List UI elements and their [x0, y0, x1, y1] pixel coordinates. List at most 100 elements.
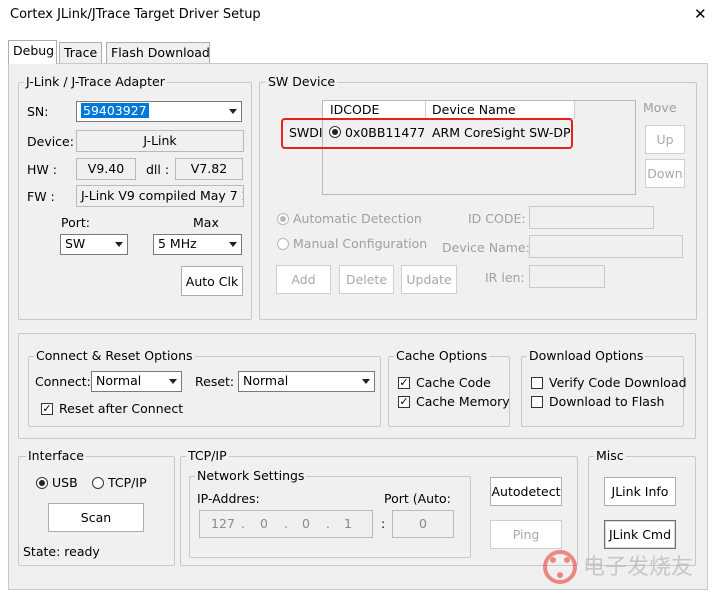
- sn-value: 59403927: [81, 103, 149, 118]
- jlink-info-button[interactable]: JLink Info: [604, 477, 676, 506]
- column-divider: [574, 101, 575, 119]
- dll-value: V7.82: [190, 161, 228, 176]
- port-value: SW: [65, 236, 86, 251]
- tab-debug[interactable]: Debug: [8, 40, 57, 64]
- connect-label: Connect:: [35, 374, 91, 389]
- ip-octet-3: 0: [302, 516, 310, 531]
- watermark-text: 电子发烧友: [583, 555, 694, 580]
- cache-options-title: Cache Options: [394, 348, 490, 363]
- connect-value: Normal: [96, 373, 142, 388]
- sw-device-group-title: SW Device: [266, 74, 338, 89]
- adapter-group-title: J-Link / J-Trace Adapter: [24, 74, 167, 89]
- update-button[interactable]: Update: [401, 265, 457, 294]
- add-button[interactable]: Add: [276, 265, 331, 294]
- interface-title: Interface: [26, 448, 86, 463]
- dll-label: dll :: [146, 162, 170, 177]
- ip-dot: .: [241, 516, 245, 531]
- ip-dot: .: [326, 516, 330, 531]
- chevron-down-icon[interactable]: [225, 235, 241, 254]
- reset-combo[interactable]: Normal: [238, 371, 375, 392]
- max-combo[interactable]: 5 MHz: [153, 234, 242, 255]
- cache-code-checkbox[interactable]: ✓: [398, 377, 410, 389]
- chevron-down-icon[interactable]: [165, 372, 181, 391]
- ip-address-label: IP-Addres:: [197, 491, 260, 506]
- close-icon[interactable]: ✕: [694, 6, 707, 22]
- device-name-field[interactable]: [529, 235, 683, 258]
- reset-after-connect-checkbox[interactable]: ✓: [41, 403, 53, 415]
- reset-label: Reset:: [195, 374, 235, 389]
- connect-combo[interactable]: Normal: [91, 371, 182, 392]
- reset-after-connect-label: Reset after Connect: [59, 401, 184, 416]
- fw-field: J-Link V9 compiled May 7 2: [76, 185, 244, 207]
- cache-memory-label: Cache Memory: [416, 394, 510, 409]
- ping-button[interactable]: Ping: [490, 520, 562, 549]
- tcpip-title: TCP/IP: [186, 448, 229, 463]
- port-separator: :: [381, 516, 386, 531]
- up-button[interactable]: Up: [645, 125, 685, 154]
- connect-reset-title: Connect & Reset Options: [34, 348, 195, 363]
- ir-len-field[interactable]: [529, 265, 605, 288]
- column-divider: [425, 101, 426, 119]
- window-title: Cortex JLink/JTrace Target Driver Setup: [10, 7, 261, 22]
- ip-octet-1: 127: [211, 516, 235, 531]
- sn-combo[interactable]: 59403927: [76, 101, 242, 122]
- auto-clk-button[interactable]: Auto Clk: [181, 266, 243, 296]
- device-field: J-Link: [76, 130, 244, 152]
- misc-group: [588, 456, 696, 566]
- port-label: Port:: [61, 215, 90, 230]
- scan-button[interactable]: Scan: [48, 503, 144, 532]
- port-field[interactable]: 0: [392, 510, 454, 538]
- usb-label: USB: [52, 475, 78, 490]
- max-label: Max: [193, 215, 219, 230]
- download-options-title: Download Options: [527, 348, 646, 363]
- dll-field: V7.82: [175, 158, 243, 180]
- fw-label: FW :: [27, 189, 55, 204]
- column-header-idcode[interactable]: IDCODE: [330, 102, 379, 118]
- manual-config-label: Manual Configuration: [293, 236, 428, 251]
- chevron-down-icon[interactable]: [111, 235, 127, 254]
- tcpip-radio-label: TCP/IP: [108, 475, 147, 490]
- auto-detection-label: Automatic Detection: [293, 211, 422, 226]
- auto-detection-radio[interactable]: [277, 213, 289, 225]
- sn-label: SN:: [27, 104, 49, 119]
- verify-download-label: Verify Code Download: [549, 375, 687, 390]
- autodetect-button[interactable]: Autodetect: [490, 477, 562, 506]
- device-name-label: Device Name:: [442, 240, 530, 255]
- hw-label: HW :: [27, 162, 57, 177]
- ir-len-label: IR len:: [485, 270, 525, 285]
- ip-octet-4: 1: [344, 516, 352, 531]
- ip-address-field[interactable]: 127 . 0 . 0 . 1: [199, 510, 373, 538]
- device-label: Device:: [27, 134, 74, 149]
- cache-memory-checkbox[interactable]: ✓: [398, 396, 410, 408]
- verify-download-checkbox[interactable]: [531, 377, 543, 389]
- reset-value: Normal: [243, 373, 289, 388]
- highlight-box: [281, 118, 573, 149]
- tcpip-radio[interactable]: [92, 477, 104, 489]
- chevron-down-icon[interactable]: [358, 372, 374, 391]
- hw-value: V9.40: [87, 161, 125, 176]
- port-combo[interactable]: SW: [60, 234, 128, 255]
- port-auto-label: Port (Auto:: [384, 491, 451, 506]
- device-value: J-Link: [143, 133, 177, 148]
- download-options-group: [521, 356, 684, 427]
- port-value: 0: [419, 516, 427, 531]
- tab-flash-download[interactable]: Flash Download: [106, 42, 210, 63]
- column-header-device-name[interactable]: Device Name: [432, 102, 516, 118]
- tab-debug-label: Debug: [13, 43, 55, 58]
- tab-trace[interactable]: Trace: [59, 42, 102, 63]
- usb-radio[interactable]: [36, 477, 48, 489]
- ip-octet-2: 0: [260, 516, 268, 531]
- fw-value: J-Link V9 compiled May 7 2: [81, 188, 244, 203]
- cache-code-label: Cache Code: [416, 375, 491, 390]
- chevron-down-icon[interactable]: [225, 102, 241, 121]
- watermark-logo-icon: [540, 548, 580, 586]
- id-code-field[interactable]: [529, 206, 654, 229]
- manual-config-radio[interactable]: [277, 238, 289, 250]
- down-button[interactable]: Down: [645, 159, 685, 188]
- network-settings-title: Network Settings: [195, 468, 307, 483]
- delete-button[interactable]: Delete: [339, 265, 394, 294]
- ip-dot: .: [284, 516, 288, 531]
- download-to-flash-checkbox[interactable]: [531, 396, 543, 408]
- jlink-cmd-button[interactable]: JLink Cmd: [604, 520, 676, 549]
- misc-title: Misc: [594, 448, 626, 463]
